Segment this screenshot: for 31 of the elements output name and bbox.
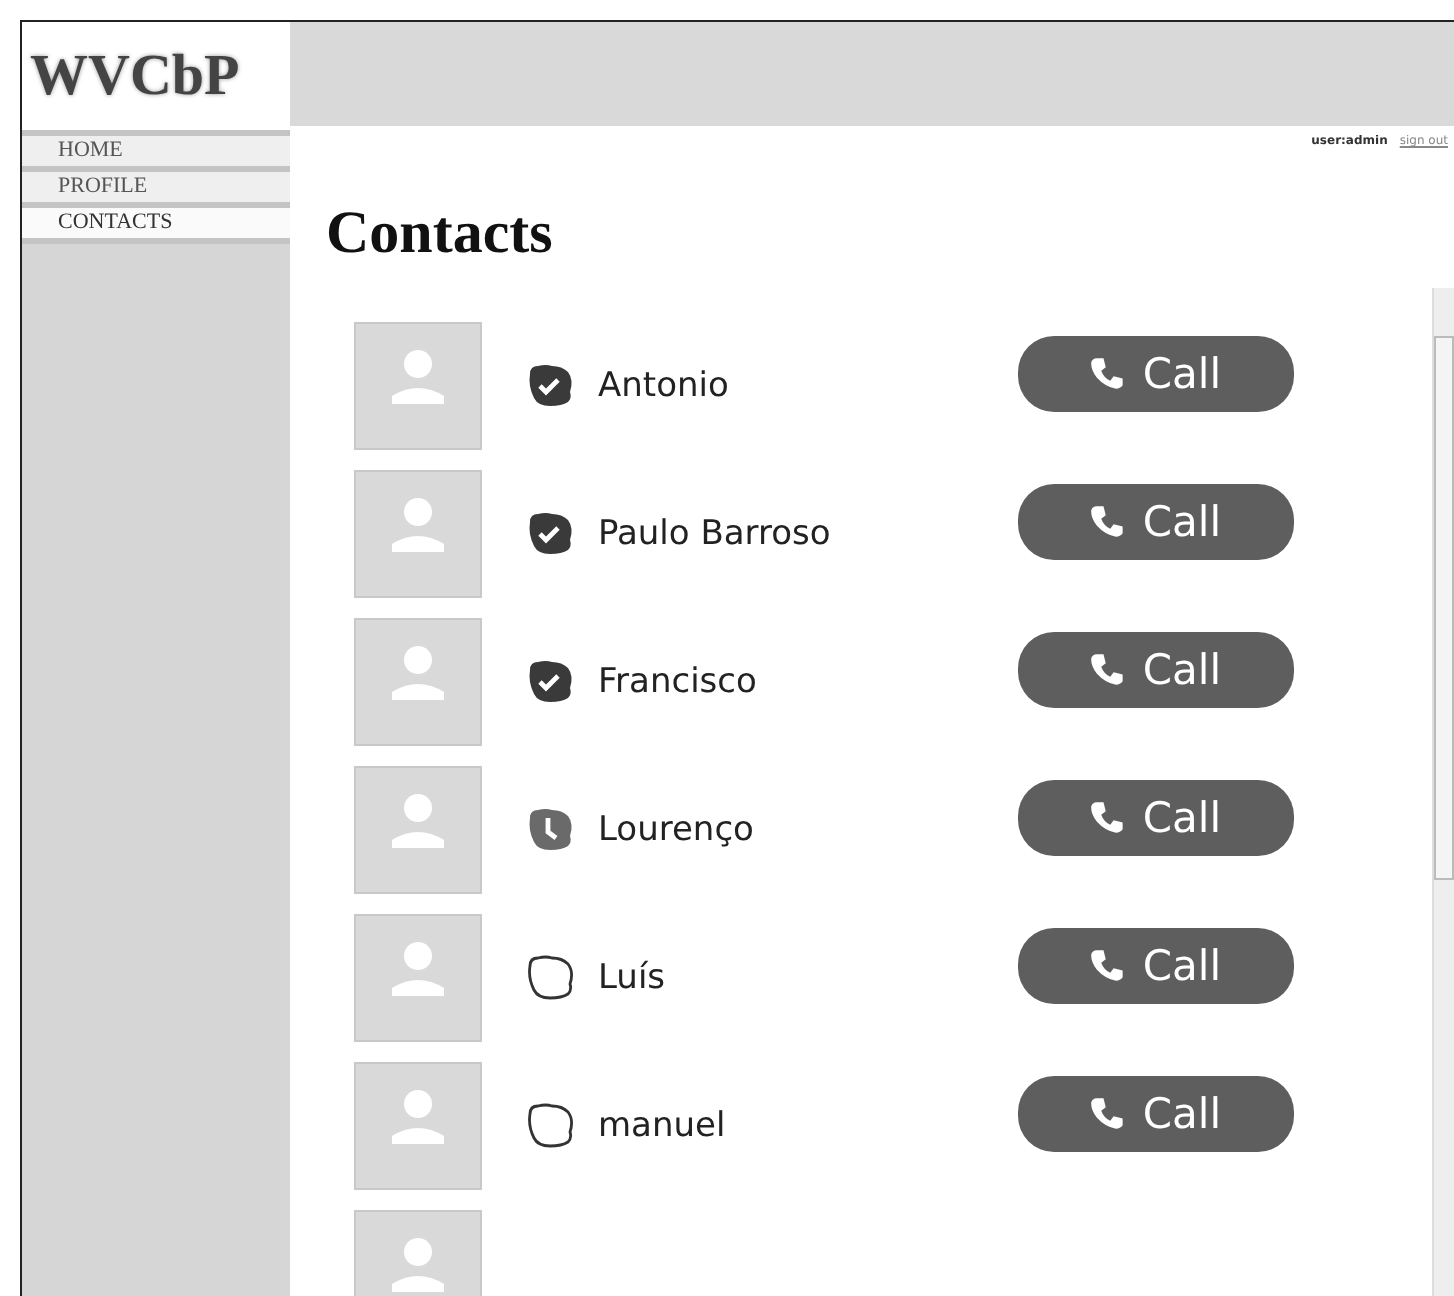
avatar-icon <box>354 618 482 746</box>
avatar-icon <box>354 766 482 894</box>
contact-name: Paulo Barroso <box>598 514 833 554</box>
avatar-icon <box>354 914 482 1042</box>
page-title: Contacts <box>326 200 555 268</box>
logo: WVCbP <box>22 22 290 130</box>
nav-item[interactable]: CONTACTS <box>22 202 290 244</box>
contact-name: Luís <box>598 958 668 998</box>
phone-icon <box>1090 800 1127 836</box>
phone-icon <box>1090 356 1127 392</box>
phone-icon <box>1090 1096 1127 1132</box>
contact-name: Lourenço <box>598 810 756 850</box>
call-button[interactable]: Call <box>1018 632 1294 708</box>
call-button[interactable]: Call <box>1018 1076 1294 1152</box>
scrollbar[interactable] <box>1432 288 1454 1296</box>
phone-icon <box>1090 504 1127 540</box>
scroll-thumb[interactable] <box>1434 336 1454 880</box>
call-button[interactable]: Call <box>1018 780 1294 856</box>
nav-item[interactable]: PROFILE <box>22 166 290 202</box>
avatar-icon <box>354 322 482 450</box>
nav-item[interactable]: HOME <box>22 130 290 166</box>
call-button[interactable]: Call <box>1018 336 1294 412</box>
avatar-icon <box>354 470 482 598</box>
contact-name: Francisco <box>598 662 759 702</box>
contact-name: manuel <box>598 1106 728 1146</box>
call-button[interactable]: Call <box>1018 484 1294 560</box>
phone-icon <box>1090 948 1127 984</box>
contact-name: Antonio <box>598 366 731 406</box>
avatar-icon <box>354 1062 482 1190</box>
call-button[interactable]: Call <box>1018 928 1294 1004</box>
phone-icon <box>1090 652 1127 688</box>
